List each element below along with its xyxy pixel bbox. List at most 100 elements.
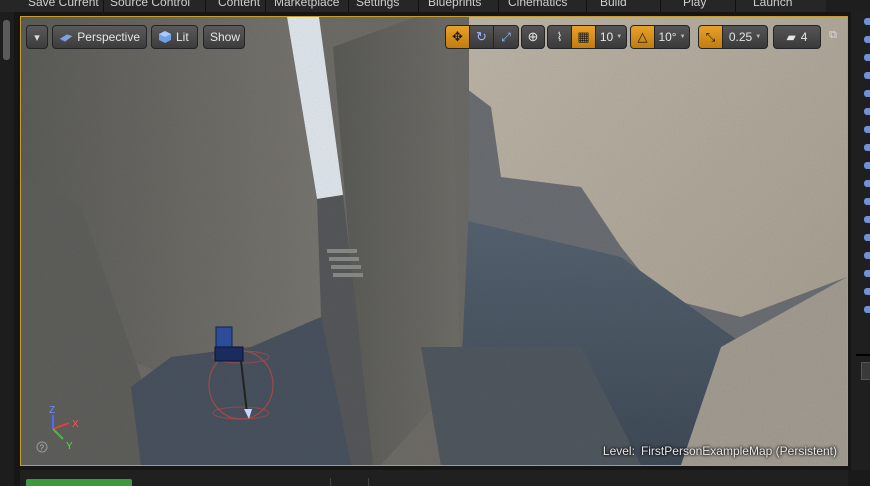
- toolbar-launch[interactable]: Launch: [753, 0, 792, 9]
- translate-icon: ✥: [452, 29, 463, 44]
- current-level-label: Level: FirstPersonExampleMap (Persistent): [603, 444, 837, 458]
- toolbar-end-cap: [826, 0, 870, 12]
- visibility-eye-icon[interactable]: [864, 162, 870, 169]
- scale-snap-toggle[interactable]: ⤡: [699, 26, 723, 48]
- chevron-down-icon: ▾: [34, 31, 40, 44]
- player-start-body: [214, 346, 244, 362]
- camera-speed-button[interactable]: ▰ 4: [774, 26, 820, 48]
- editor-toolbar: Save Current Source Control Content Mark…: [0, 0, 870, 12]
- chevron-down-icon: ▼: [755, 34, 762, 40]
- toolbar-divider: [205, 0, 206, 12]
- toolbar-build[interactable]: Build: [600, 0, 627, 9]
- chevron-down-icon: ▼: [679, 34, 686, 40]
- scale-snap-value[interactable]: 0.25 ▼: [723, 26, 767, 48]
- toolbar-content[interactable]: Content: [218, 0, 260, 9]
- visibility-eye-icon[interactable]: [864, 288, 870, 295]
- surface-snap-icon: ⌇: [556, 30, 563, 44]
- rotation-snap-icon: △: [637, 29, 648, 44]
- surface-snap-toggle[interactable]: ⌇: [548, 26, 572, 48]
- perspective-button[interactable]: Perspective: [52, 25, 147, 49]
- visibility-eye-icon[interactable]: [864, 18, 870, 25]
- panel-divider: [856, 354, 870, 356]
- visibility-eye-icon[interactable]: [864, 216, 870, 223]
- rotation-snap-value[interactable]: 10° ▼: [655, 26, 689, 48]
- rotation-snap-toggle[interactable]: △: [631, 26, 655, 48]
- world-local-toggle[interactable]: ⊕: [522, 26, 544, 48]
- visibility-eye-icon[interactable]: [864, 126, 870, 133]
- toolbar-divider: [348, 0, 349, 12]
- viewport-options-dropdown[interactable]: ▾: [26, 25, 48, 49]
- toolbar-divider: [735, 0, 736, 12]
- rotation-snap-value-label: 10°: [658, 30, 677, 44]
- show-label: Show: [210, 30, 241, 44]
- visibility-eye-icon[interactable]: [864, 180, 870, 187]
- perspective-label: Perspective: [77, 30, 140, 44]
- grid-snap-icon: ▦: [577, 29, 590, 44]
- toolbar-settings[interactable]: Settings: [356, 0, 399, 9]
- outliner-strip: [851, 12, 870, 486]
- lit-button[interactable]: Lit: [151, 25, 198, 49]
- toolbar-play[interactable]: Play: [683, 0, 706, 9]
- scene-render[interactable]: Z X Y ?: [21, 17, 847, 465]
- visibility-eye-icon[interactable]: [864, 72, 870, 79]
- camera-speed-group: ▰ 4: [773, 25, 821, 49]
- outliner-visibility-column: [864, 18, 870, 338]
- tab-divider: [368, 478, 369, 486]
- toolbar-divider: [103, 0, 104, 12]
- toolbar-source-control[interactable]: Source Control: [110, 0, 190, 9]
- axis-z-label: Z: [49, 405, 55, 416]
- visibility-eye-icon[interactable]: [864, 90, 870, 97]
- scale-snap-value-label: 0.25: [728, 30, 753, 44]
- toolbar-divider: [660, 0, 661, 12]
- bottom-tab-active[interactable]: [26, 479, 132, 486]
- scale-tool[interactable]: ⤢: [494, 26, 518, 48]
- left-scrollbar[interactable]: [3, 20, 10, 60]
- translate-tool[interactable]: ✥: [446, 26, 470, 48]
- level-viewport[interactable]: Z X Y ? ▾ Perspective Lit Show ✥ ↻ ⤢ ⊕ ⌇…: [20, 16, 848, 466]
- visibility-eye-icon[interactable]: [864, 36, 870, 43]
- grid-snap-toggle[interactable]: ▦: [572, 26, 596, 48]
- world-local-group: ⊕: [521, 25, 545, 49]
- toolbar-blueprints[interactable]: Blueprints: [428, 0, 481, 9]
- snap-group: ⌇ ▦ 10 ▼: [547, 25, 627, 49]
- toolbar-marketplace[interactable]: Marketplace: [274, 0, 339, 9]
- camera-speed-icon: ▰: [786, 30, 796, 44]
- maximize-icon[interactable]: ⧉: [827, 30, 839, 42]
- environment-geometry: [21, 17, 847, 465]
- toolbar-cinematics[interactable]: Cinematics: [508, 0, 567, 9]
- rotate-tool[interactable]: ↻: [470, 26, 494, 48]
- player-start-icon: [215, 326, 233, 348]
- level-name: FirstPersonExampleMap (Persistent): [640, 444, 837, 458]
- toolbar-divider: [418, 0, 419, 12]
- visibility-eye-icon[interactable]: [864, 234, 870, 241]
- grid-snap-value-label: 10: [599, 30, 614, 44]
- visibility-eye-icon[interactable]: [864, 270, 870, 277]
- visibility-eye-icon[interactable]: [864, 252, 870, 259]
- axis-x-label: X: [72, 419, 79, 430]
- visibility-eye-icon[interactable]: [864, 108, 870, 115]
- visibility-eye-icon[interactable]: [864, 306, 870, 313]
- lit-label: Lit: [176, 30, 189, 44]
- lit-sphere-icon: [159, 31, 171, 43]
- scale-icon: ⤢: [501, 29, 511, 44]
- grid-snap-value[interactable]: 10 ▼: [596, 26, 626, 48]
- axis-y-label: Y: [66, 441, 73, 452]
- visibility-eye-icon[interactable]: [864, 198, 870, 205]
- chevron-down-icon: ▼: [616, 34, 623, 40]
- perspective-cube-icon: [59, 34, 73, 43]
- level-prefix: Level:: [602, 444, 635, 458]
- visibility-eye-icon[interactable]: [864, 144, 870, 151]
- bottom-panel-tabs: [20, 470, 848, 486]
- toolbar-divider: [586, 0, 587, 12]
- show-button[interactable]: Show: [203, 25, 245, 49]
- toolbar-save-current[interactable]: Save Current: [28, 0, 99, 9]
- help-icon-glyph: ?: [40, 444, 45, 453]
- visibility-eye-icon[interactable]: [864, 54, 870, 61]
- rotate-icon: ↻: [476, 29, 487, 44]
- scale-snap-group: ⤡ 0.25 ▼: [698, 25, 768, 49]
- tab-divider: [330, 478, 331, 486]
- details-panel-tab[interactable]: [861, 362, 870, 380]
- bottom-right-corner: [848, 470, 870, 486]
- transform-tools-group: ✥ ↻ ⤢: [445, 25, 519, 49]
- toolbar-divider: [265, 0, 266, 12]
